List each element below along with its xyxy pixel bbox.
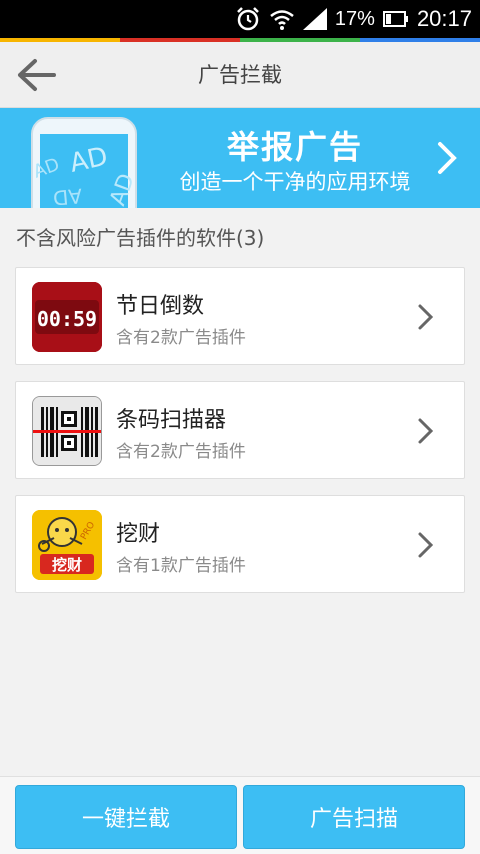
block-all-button[interactable]: 一键拦截 — [15, 785, 237, 849]
battery-icon — [382, 11, 408, 27]
list-item[interactable]: 00:59 节日倒数 含有2款广告插件 — [15, 267, 465, 365]
banner-title: 举报广告 — [226, 128, 363, 166]
phone-illustration: AD AD AD AD — [31, 117, 140, 208]
app-icon-barcode — [32, 396, 102, 466]
back-arrow-icon — [18, 59, 56, 91]
chevron-right-icon — [418, 418, 434, 444]
wifi-icon — [270, 10, 294, 30]
chevron-right-icon — [438, 142, 457, 174]
back-button[interactable] — [12, 52, 60, 98]
app-name: 节日倒数 — [116, 294, 205, 319]
wacai-logo-text: 挖财 — [52, 556, 82, 574]
signal-icon — [302, 8, 327, 30]
section-label: 不含风险广告插件的软件(3) — [16, 226, 265, 250]
battery-percent: 17% — [334, 7, 375, 30]
page-title: 广告拦截 — [198, 63, 282, 87]
countdown-digits: 00:59 — [37, 307, 97, 331]
app-ad-count: 含有2款广告插件 — [116, 328, 246, 348]
status-time: 20:17 — [416, 6, 472, 31]
list-item[interactable]: 条码扫描器 含有2款广告插件 — [15, 381, 465, 479]
bottom-action-bar: 一键拦截 广告扫描 — [0, 776, 480, 854]
app-icon-countdown: 00:59 — [32, 282, 102, 352]
alarm-icon — [237, 7, 259, 31]
app-name: 条码扫描器 — [116, 408, 227, 433]
report-ad-banner[interactable]: AD AD AD AD 举报广告 创造一个干净的应用环境 — [0, 108, 480, 208]
chevron-right-icon — [418, 532, 434, 558]
app-icon-wacai: 挖财 PRO — [32, 510, 102, 580]
app-ad-count: 含有2款广告插件 — [116, 442, 246, 462]
status-bar: 17% 20:17 — [0, 0, 480, 38]
app-ad-count: 含有1款广告插件 — [116, 556, 246, 576]
ad-scan-button[interactable]: 广告扫描 — [243, 785, 465, 849]
phone-ad-text: AD — [52, 184, 83, 208]
list-item[interactable]: 挖财 PRO 挖财 含有1款广告插件 — [15, 495, 465, 593]
chevron-right-icon — [418, 304, 434, 330]
app-name: 挖财 — [116, 522, 161, 547]
banner-subtitle: 创造一个干净的应用环境 — [179, 170, 411, 194]
app-header: 广告拦截 — [0, 42, 480, 108]
